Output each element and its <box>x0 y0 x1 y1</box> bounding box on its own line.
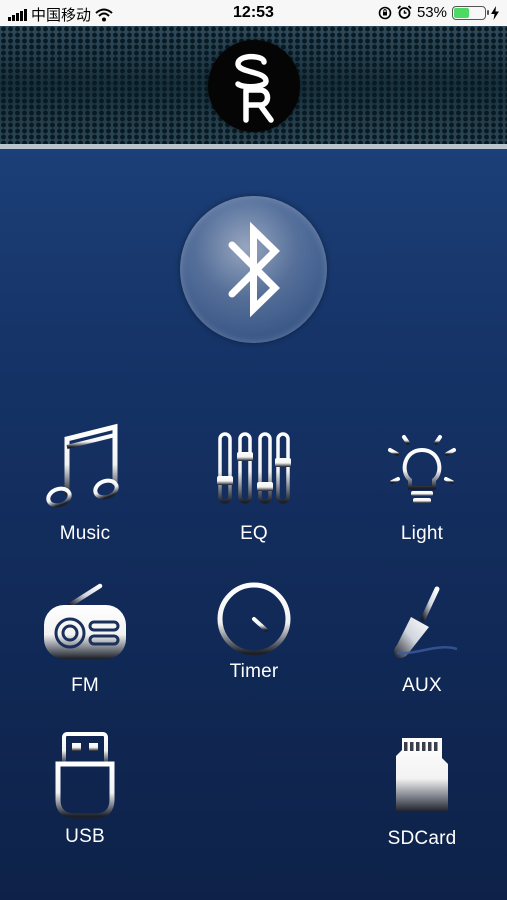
sdcard-label: SDCard <box>387 828 457 849</box>
fm-label: FM <box>71 675 99 696</box>
light-button[interactable]: Light <box>347 428 497 545</box>
timer-button[interactable]: Timer <box>179 582 329 683</box>
eq-label: EQ <box>240 523 268 544</box>
usb-button[interactable]: USB <box>10 730 160 848</box>
sr-logo <box>208 40 300 132</box>
music-label: Music <box>59 523 111 544</box>
eq-button[interactable]: EQ <box>179 430 329 545</box>
usb-icon <box>55 732 115 819</box>
aux-button[interactable]: AUX <box>347 583 497 697</box>
light-bulb-icon <box>384 429 460 503</box>
clock-icon <box>217 582 291 656</box>
fm-button[interactable]: FM <box>10 583 160 697</box>
bluetooth-button[interactable] <box>180 196 327 343</box>
radio-icon <box>44 583 126 659</box>
sd-card-icon <box>396 738 448 812</box>
music-button[interactable]: Music <box>10 423 160 545</box>
charging-icon <box>491 5 499 20</box>
sdcard-button[interactable]: SDCard <box>347 736 497 850</box>
bluetooth-icon <box>228 221 280 318</box>
battery-icon <box>452 5 489 20</box>
rotation-lock-icon <box>378 6 392 19</box>
audio-jack-icon <box>394 586 458 658</box>
equalizer-icon <box>217 432 291 504</box>
timer-label: Timer <box>229 661 279 682</box>
aux-label: AUX <box>402 675 442 696</box>
light-label: Light <box>400 523 444 544</box>
battery-percent: 53% <box>416 4 447 21</box>
music-note-icon <box>46 423 119 508</box>
status-bar: 中国移动 12:53 53% <box>0 0 507 26</box>
alarm-icon <box>397 5 412 19</box>
usb-label: USB <box>65 826 105 847</box>
